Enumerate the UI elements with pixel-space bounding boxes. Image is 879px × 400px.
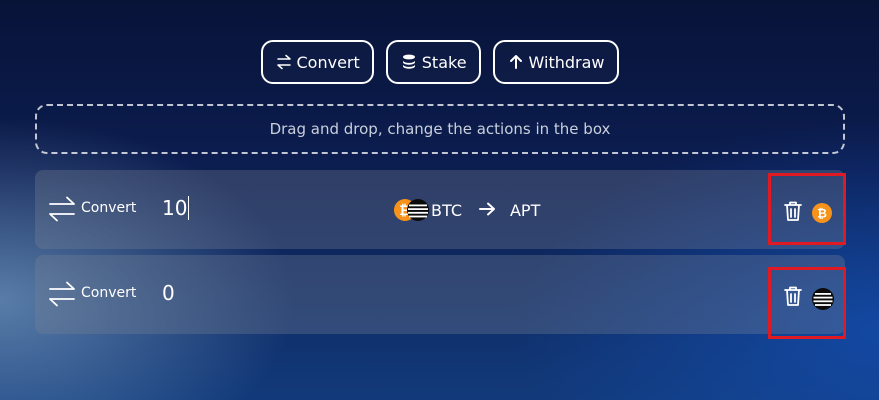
trash-icon[interactable] [783,285,803,311]
amount-input[interactable]: 0 [162,281,175,305]
aptos-icon[interactable] [812,288,834,314]
trash-icon[interactable] [783,200,803,226]
swap-icon [47,280,77,312]
highlight-box [768,267,846,339]
arrow-right-icon [478,201,496,220]
stake-button[interactable]: Stake [385,40,481,84]
bitcoin-icon[interactable]: ₿ [812,203,832,227]
action-type-label: Convert [81,285,137,301]
svg-text:₿: ₿ [817,207,827,221]
dropzone-hint: Drag and drop, change the actions in the… [269,120,611,138]
from-token-label: BTC [431,200,462,220]
highlight-box: ₿ [768,173,846,245]
withdraw-button-label: Withdraw [528,52,605,72]
action-toolbar: Convert Stake Withdraw [0,40,879,84]
text-caret [188,196,190,220]
arrow-up-icon [507,53,525,71]
amount-value: 10 [162,196,188,220]
coins-stack-icon [400,53,418,71]
action-row[interactable]: Convert 0 [35,255,846,339]
token-icons: ₿ [393,196,431,224]
token-pair[interactable]: ₿ BTC APT [393,196,540,224]
stake-button-label: Stake [421,52,467,72]
convert-button[interactable]: Convert [260,40,374,84]
amount-value: 0 [162,281,175,305]
convert-button-label: Convert [296,52,360,72]
action-dropzone[interactable]: Drag and drop, change the actions in the… [35,104,845,154]
action-row[interactable]: Convert 10 ₿ BTC APT ₿ [35,170,846,249]
swap-icon [275,53,293,71]
action-type-label: Convert [81,200,137,216]
to-token-label: APT [509,200,541,220]
withdraw-button[interactable]: Withdraw [492,40,619,84]
amount-input[interactable]: 10 [162,196,190,220]
swap-icon [47,195,77,227]
